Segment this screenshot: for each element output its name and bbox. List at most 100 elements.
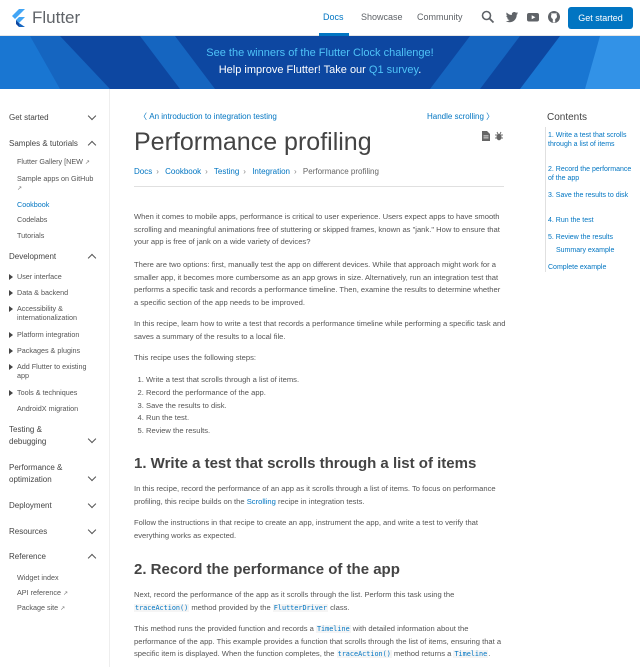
scrolling-link[interactable]: Scrolling	[247, 497, 276, 506]
breadcrumb-cookbook[interactable]: Cookbook	[165, 167, 201, 176]
sidebar-item-performance-line2: optimization	[9, 475, 52, 484]
divider	[134, 186, 504, 187]
section-heading-2: 2. Record the performance of the app	[134, 561, 400, 578]
breadcrumb-integration[interactable]: Integration	[252, 167, 290, 176]
section2-paragraph-1: Next, record the performance of the app …	[134, 589, 506, 614]
expand-arrow-icon[interactable]	[9, 332, 13, 338]
expand-arrow-icon[interactable]	[9, 274, 13, 280]
sidebar-item-package-site-label: Package site	[17, 603, 59, 612]
sidebar-item-reference[interactable]: Reference	[9, 552, 46, 561]
sidebar-item-development[interactable]: Development	[9, 252, 56, 261]
sidebar-item-package-site[interactable]: Package site ↗	[17, 603, 65, 612]
sidebar-item-deployment[interactable]: Deployment	[9, 501, 52, 510]
sidebar-item-tools[interactable]: Tools & techniques	[17, 388, 77, 397]
banner-decoration	[0, 36, 640, 89]
timeline-code[interactable]: Timeline	[453, 650, 489, 659]
sidebar-item-api-reference[interactable]: API reference ↗	[17, 588, 68, 597]
expand-arrow-icon[interactable]	[9, 390, 13, 396]
sidebar-item-get-started[interactable]: Get started	[9, 113, 49, 122]
sidebar-item-performance[interactable]: Performance & optimization	[9, 462, 62, 486]
sidebar-item-platform-integration[interactable]: Platform integration	[17, 330, 79, 339]
trace-action-code[interactable]: traceAction()	[134, 603, 190, 612]
next-page-label: Handle scrolling	[427, 112, 484, 121]
toc-item-review-results[interactable]: 5. Review the results	[548, 233, 633, 242]
sidebar-item-resources[interactable]: Resources	[9, 527, 47, 536]
nav-docs[interactable]: Docs	[323, 12, 344, 22]
intro-paragraph: When it comes to mobile apps, performanc…	[134, 212, 500, 247]
steps-list: Write a test that scrolls through a list…	[146, 374, 299, 438]
sidebar-item-samples[interactable]: Samples & tutorials	[9, 139, 78, 148]
breadcrumb: Docs › Cookbook › Testing › Integration › Pe…	[134, 167, 379, 176]
sidebar-item-codelabs[interactable]: Codelabs	[17, 215, 47, 224]
sidebar-item-testing-line1: Testing &	[9, 425, 42, 434]
sidebar-item-tutorials[interactable]: Tutorials	[17, 231, 44, 240]
timeline-code[interactable]: Timeline	[315, 625, 351, 633]
sidebar-item-sample-apps-label: Sample apps on GitHub	[17, 174, 94, 183]
brand-name[interactable]: Flutter	[32, 8, 80, 28]
list-item: Write a test that scrolls through a list…	[146, 374, 299, 387]
section2-text-a: Next, record the performance of the app …	[134, 590, 455, 599]
sidebar-item-cookbook[interactable]: Cookbook	[17, 200, 49, 209]
sidebar-item-user-interface[interactable]: User interface	[17, 272, 62, 281]
sidebar-item-flutter-gallery-label: Flutter Gallery [NEW	[17, 157, 83, 166]
top-app-bar: Flutter Docs Showcase Community Get star…	[0, 0, 640, 36]
next-page-link[interactable]: Handle scrolling 〉	[427, 111, 494, 122]
expand-arrow-icon[interactable]	[9, 348, 13, 354]
chevron-left-icon: 〈	[139, 112, 147, 121]
toc-item-write-test[interactable]: 1. Write a test that scrolls through a l…	[548, 131, 633, 149]
sidebar-item-add-flutter[interactable]: Add Flutter to existing app	[17, 362, 87, 380]
sidebar-item-androidx[interactable]: AndroidX migration	[17, 404, 78, 413]
report-bug-icon[interactable]	[495, 131, 503, 141]
nav-community[interactable]: Community	[417, 12, 463, 22]
banner-survey-line: Help improve Flutter! Take our Q1 survey…	[0, 64, 640, 76]
toc-item-complete-example[interactable]: Complete example	[548, 263, 633, 272]
announcement-banner: See the winners of the Flutter Clock cha…	[0, 36, 640, 89]
sidebar-item-add-flutter-line2: app	[17, 371, 29, 380]
breadcrumb-separator: ›	[205, 167, 208, 176]
expand-arrow-icon[interactable]	[9, 306, 13, 312]
section2-text-f: method returns a	[391, 649, 454, 659]
toc-title: Contents	[547, 112, 588, 123]
prev-page-link[interactable]: 〈 An introduction to integration testing	[139, 111, 277, 122]
section1-paragraph-1: In this recipe, record the performance o…	[134, 483, 506, 508]
sidebar-item-flutter-gallery[interactable]: Flutter Gallery [NEW ↗	[17, 157, 90, 166]
prev-page-label: An introduction to integration testing	[149, 112, 277, 121]
get-started-button[interactable]: Get started	[568, 7, 633, 29]
breadcrumb-separator: ›	[294, 167, 297, 176]
sidebar-item-performance-line1: Performance &	[9, 463, 63, 472]
trace-action-code[interactable]: traceAction()	[336, 650, 392, 659]
sidebar-item-testing[interactable]: Testing & debugging	[9, 424, 46, 448]
flutter-driver-code[interactable]: FlutterDriver	[272, 603, 328, 612]
sidebar-item-accessibility[interactable]: Accessibility & internationalization	[17, 304, 77, 322]
breadcrumb-docs[interactable]: Docs	[134, 167, 152, 176]
banner-survey-link[interactable]: Q1 survey	[369, 64, 418, 76]
section2-text-b: method provided by the	[189, 602, 273, 612]
breadcrumb-testing[interactable]: Testing	[214, 167, 239, 176]
sidebar-item-widget-index[interactable]: Widget index	[17, 573, 59, 582]
toc-divider	[545, 127, 546, 272]
banner-clock-link[interactable]: See the winners of the Flutter Clock cha…	[206, 47, 433, 59]
page-title: Performance profiling	[134, 128, 372, 156]
toc-item-record-performance[interactable]: 2. Record the performance of the app	[548, 165, 633, 183]
page-source-icon[interactable]	[482, 131, 490, 141]
chevron-right-icon: 〉	[486, 112, 495, 121]
sidebar-item-sample-apps[interactable]: Sample apps on GitHub ↗	[17, 174, 93, 192]
youtube-icon[interactable]	[526, 10, 540, 24]
expand-arrow-icon[interactable]	[9, 364, 13, 370]
github-icon[interactable]	[547, 10, 561, 24]
sidebar-item-packages-plugins[interactable]: Packages & plugins	[17, 346, 80, 355]
list-item: Save the results to disk.	[146, 400, 299, 413]
nav-showcase[interactable]: Showcase	[361, 12, 403, 22]
toc-item-summary-example[interactable]: Summary example	[556, 246, 640, 255]
flutter-logo-icon[interactable]	[11, 9, 25, 27]
toc-item-save-results[interactable]: 3. Save the results to disk	[548, 191, 633, 200]
section1-text-b: recipe in integration tests.	[275, 496, 365, 506]
expand-arrow-icon[interactable]	[9, 290, 13, 296]
toc-item-run-test[interactable]: 4. Run the test	[548, 216, 633, 225]
sidebar-item-accessibility-line1: Accessibility &	[17, 304, 63, 313]
sidebar-item-accessibility-line2: internationalization	[17, 313, 77, 322]
twitter-icon[interactable]	[505, 10, 519, 24]
banner-survey-suffix: .	[418, 64, 422, 76]
search-icon[interactable]	[481, 10, 495, 24]
sidebar-item-data-backend[interactable]: Data & backend	[17, 288, 68, 297]
